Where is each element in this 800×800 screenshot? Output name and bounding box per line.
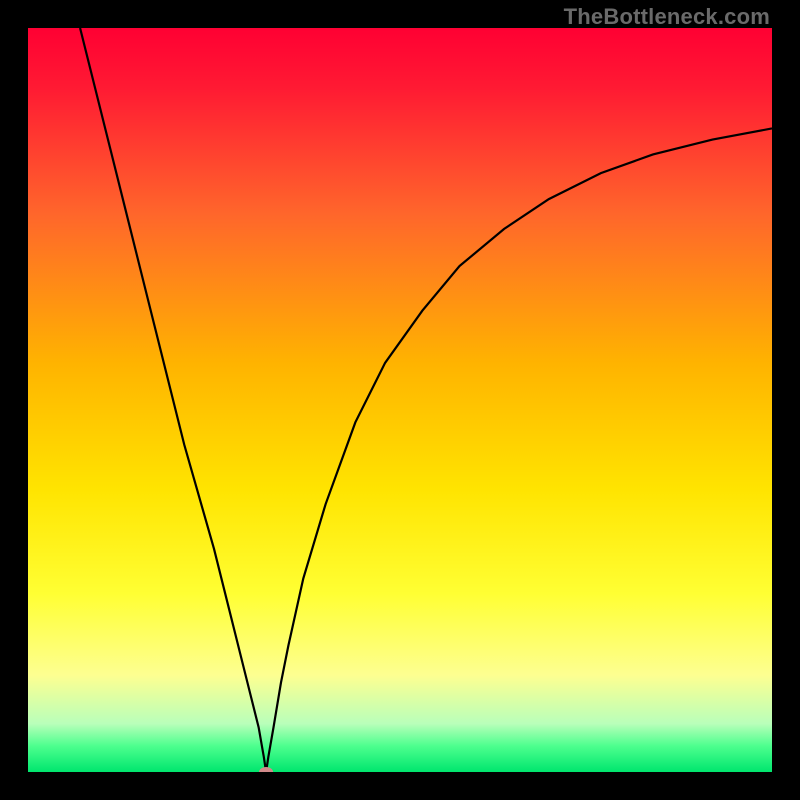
bottleneck-curve [28,28,772,772]
watermark-label: TheBottleneck.com [564,4,770,30]
chart-frame: TheBottleneck.com [0,0,800,800]
minimum-marker [259,767,273,772]
plot-area [28,28,772,772]
